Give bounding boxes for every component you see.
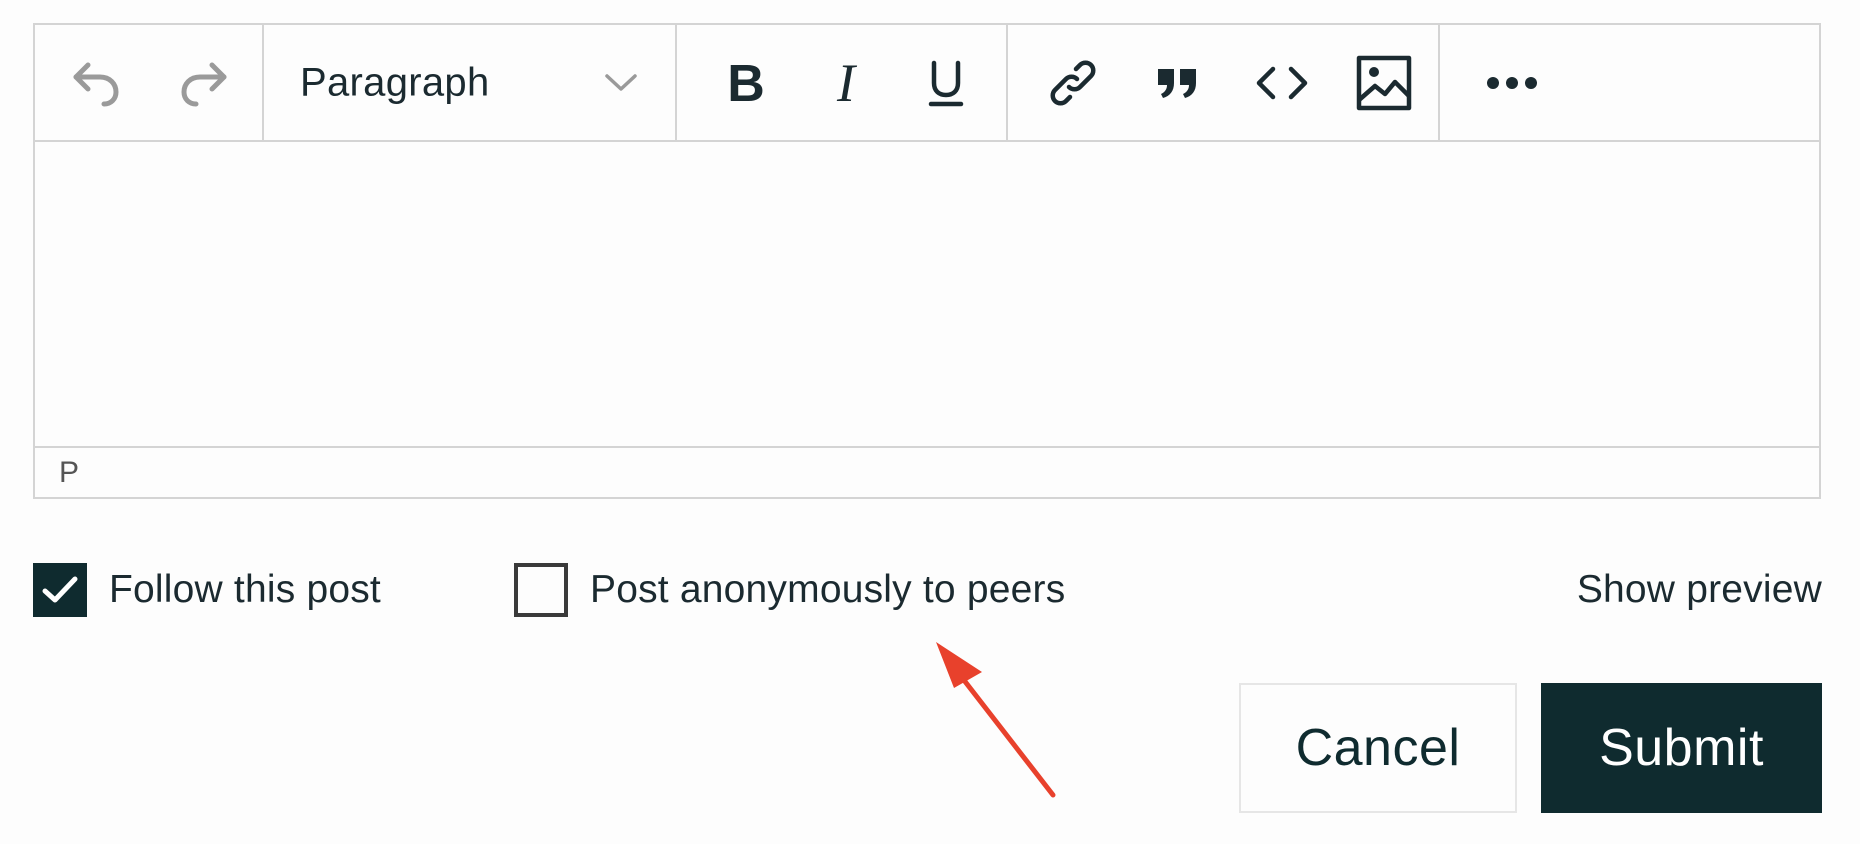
element-path[interactable]: P — [59, 456, 79, 490]
italic-button[interactable]: I — [814, 53, 878, 113]
redo-button[interactable] — [172, 53, 236, 113]
block-format-value: Paragraph — [300, 60, 490, 105]
italic-icon: I — [824, 57, 868, 109]
post-anonymously-label[interactable]: Post anonymously to peers — [590, 568, 1065, 612]
post-editor-page: Paragraph B I P Follow this post Post an… — [0, 0, 1860, 844]
checkmark-icon — [42, 576, 78, 603]
bold-icon: B — [724, 57, 768, 109]
show-preview-link[interactable]: Show preview — [1577, 562, 1822, 618]
follow-post-label[interactable]: Follow this post — [109, 568, 381, 612]
image-button[interactable] — [1352, 53, 1416, 113]
redo-icon — [178, 57, 230, 109]
post-anonymously-checkbox[interactable] — [514, 563, 568, 617]
underline-icon — [924, 57, 968, 109]
image-icon — [1355, 54, 1413, 112]
post-anonymously-option[interactable]: Post anonymously to peers — [514, 562, 1065, 618]
submit-button[interactable]: Submit — [1541, 683, 1822, 813]
editor-statusbar: P — [35, 446, 1819, 497]
undo-button[interactable] — [64, 53, 128, 113]
cancel-button[interactable]: Cancel — [1239, 683, 1517, 813]
editor-content-area[interactable] — [35, 142, 1819, 448]
code-icon — [1255, 63, 1309, 103]
chevron-down-icon — [604, 70, 638, 99]
bold-button[interactable]: B — [714, 53, 778, 113]
follow-post-option[interactable]: Follow this post — [33, 562, 381, 618]
undo-icon — [70, 57, 122, 109]
follow-post-checkbox[interactable] — [33, 563, 87, 617]
link-icon — [1045, 55, 1101, 111]
block-format-group: Paragraph — [264, 25, 677, 140]
insert-group — [1008, 25, 1440, 140]
code-button[interactable] — [1250, 53, 1314, 113]
svg-text:I: I — [836, 57, 858, 109]
underline-button[interactable] — [914, 53, 978, 113]
text-format-group: B I — [677, 25, 1008, 140]
block-format-select[interactable]: Paragraph — [264, 25, 675, 140]
history-group — [35, 25, 264, 140]
svg-text:B: B — [727, 57, 765, 109]
more-horizontal-icon — [1486, 76, 1538, 90]
link-button[interactable] — [1041, 53, 1105, 113]
blockquote-icon — [1154, 63, 1202, 103]
blockquote-button[interactable] — [1146, 53, 1210, 113]
more-button[interactable] — [1480, 53, 1544, 113]
editor-toolbar: Paragraph B I — [35, 25, 1819, 142]
rich-text-editor: Paragraph B I P — [33, 23, 1821, 499]
